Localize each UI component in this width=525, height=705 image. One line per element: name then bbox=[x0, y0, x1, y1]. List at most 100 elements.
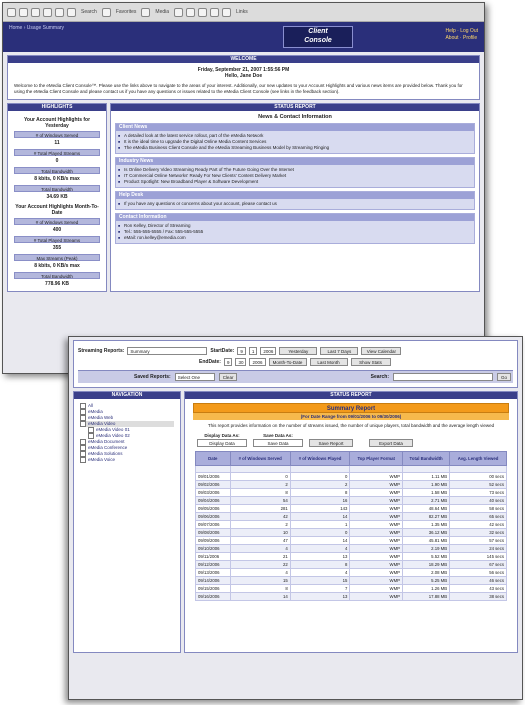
table-cell: 4 bbox=[229, 544, 291, 553]
links-toolbar-label[interactable]: Links bbox=[234, 9, 250, 15]
table-cell: 09/16/2006 bbox=[195, 592, 231, 601]
totals-row bbox=[195, 465, 507, 473]
display-data-select[interactable]: Display Data bbox=[197, 439, 247, 447]
home-icon[interactable] bbox=[55, 7, 64, 17]
nav-profile[interactable]: Profile bbox=[463, 35, 477, 41]
table-cell: 8 bbox=[229, 488, 291, 497]
search-toolbar-label[interactable]: Search bbox=[79, 9, 99, 15]
table-cell: 8 bbox=[229, 584, 291, 593]
highlights-header: HIGHLIGHTS bbox=[8, 104, 106, 111]
table-cell: 36.12 MB bbox=[402, 528, 451, 537]
table-cell: 42 bbox=[229, 512, 291, 521]
column-header[interactable]: # of Windows Played bbox=[289, 451, 351, 466]
saved-reports-select[interactable]: Select One bbox=[174, 373, 215, 381]
breadcrumb-usage[interactable]: Usage Summary bbox=[27, 25, 64, 31]
search-label: Search: bbox=[370, 374, 389, 380]
table-row: 09/03/2006 8 8 WMP 1.58 MB 73 secs bbox=[195, 488, 507, 497]
stat-value: 11 bbox=[54, 140, 60, 146]
total-cell bbox=[449, 465, 507, 473]
print-icon[interactable] bbox=[198, 7, 208, 17]
nav-logout[interactable]: Log Out bbox=[460, 28, 478, 34]
news-link[interactable]: If you have any questions or concerns ab… bbox=[118, 201, 468, 207]
column-header[interactable]: # of Windows Served bbox=[229, 451, 291, 466]
table-cell: 0 bbox=[229, 472, 291, 481]
table-cell: 15 bbox=[229, 576, 291, 585]
table-cell: 1.11 MB bbox=[402, 472, 451, 481]
save-report-button[interactable]: Save Report bbox=[309, 439, 353, 447]
column-header[interactable]: Total Bandwidth bbox=[402, 451, 451, 466]
show-stats-button[interactable]: Show Stats bbox=[350, 357, 391, 366]
table-row: 09/11/2006 21 13 WMP 5.52 MB 145 secs bbox=[195, 552, 507, 561]
welcome-text: Welcome to the eMedia Client Console™. P… bbox=[14, 83, 463, 94]
start-year-select[interactable]: 2006 bbox=[260, 346, 277, 355]
back-icon[interactable] bbox=[7, 7, 16, 17]
news-panel: STATUS REPORT News & Contact Information… bbox=[110, 103, 480, 292]
tree-item[interactable]: eMedia Voice bbox=[80, 457, 174, 463]
table-cell: 09/14/2006 bbox=[195, 576, 231, 585]
end-date-label: EndDate: bbox=[199, 358, 221, 365]
refresh-icon[interactable] bbox=[43, 7, 52, 17]
table-cell: 09/13/2006 bbox=[195, 568, 231, 577]
breadcrumb-home[interactable]: Home bbox=[9, 25, 22, 31]
end-day-select[interactable]: 30 bbox=[235, 357, 247, 366]
start-month-select[interactable]: 9 bbox=[237, 346, 246, 355]
column-header[interactable]: Date bbox=[195, 451, 231, 466]
table-row: 09/14/2006 15 15 WMP 5.25 MB 46 secs bbox=[195, 576, 507, 585]
table-cell: WMP bbox=[349, 496, 404, 505]
export-data-button[interactable]: Export Data bbox=[369, 439, 413, 447]
stat-value: 0 bbox=[55, 158, 59, 164]
table-cell: 65 secs bbox=[449, 512, 507, 521]
table-cell: 8 bbox=[289, 488, 351, 497]
stop-icon[interactable] bbox=[31, 7, 40, 17]
links-icon[interactable] bbox=[222, 7, 232, 17]
yesterday-button[interactable]: Yesterday bbox=[279, 346, 318, 355]
stat-value: 778.96 KB bbox=[45, 281, 69, 287]
clear-button[interactable]: Clear bbox=[218, 373, 238, 381]
table-cell: 0 bbox=[289, 528, 351, 537]
end-year-select[interactable]: 2006 bbox=[249, 357, 266, 366]
news-section: Industry News Is Online Delivery Video S… bbox=[115, 157, 475, 188]
search-icon[interactable] bbox=[67, 7, 76, 17]
streaming-reports-select[interactable]: Summary bbox=[127, 346, 208, 355]
table-cell: 0 bbox=[289, 472, 351, 481]
report-controls: Streaming Reports: Summary StartDate: 9 … bbox=[73, 340, 518, 388]
save-data-select[interactable]: Save Data bbox=[253, 439, 303, 447]
search-input[interactable] bbox=[392, 373, 493, 381]
last-7-days-button[interactable]: Last 7 Days bbox=[320, 346, 359, 355]
table-row: 09/06/2006 42 14 WMP 82.27 MB 65 secs bbox=[195, 512, 507, 521]
contact-email-link[interactable]: eMail: ron.kelley@emedia.com bbox=[118, 235, 468, 241]
table-cell: 09/08/2006 bbox=[195, 528, 231, 537]
news-link[interactable]: Product Spotlight: New Broadband Player … bbox=[118, 179, 468, 185]
favorites-icon[interactable] bbox=[101, 7, 111, 17]
browser-toolbar: Search Favorites Media Links bbox=[3, 3, 484, 22]
media-icon[interactable] bbox=[141, 7, 151, 17]
mail-icon[interactable] bbox=[186, 7, 196, 17]
history-icon[interactable] bbox=[174, 7, 184, 17]
table-cell: 13 bbox=[289, 552, 351, 561]
news-link[interactable]: The eMedia Business Client Console and t… bbox=[118, 145, 468, 151]
table-cell: 56 secs bbox=[449, 568, 507, 577]
edit-icon[interactable] bbox=[210, 7, 220, 17]
month-to-date-button[interactable]: Month-To-Date bbox=[268, 357, 307, 366]
column-header[interactable]: Avg. Length Viewed bbox=[449, 451, 507, 466]
nav-about[interactable]: About bbox=[445, 35, 458, 41]
go-button[interactable]: Go bbox=[496, 373, 511, 381]
last-month-button[interactable]: Last Month bbox=[309, 357, 348, 366]
table-cell: 09/15/2006 bbox=[195, 584, 231, 593]
start-day-select[interactable]: 1 bbox=[248, 346, 258, 355]
view-calendar-button[interactable]: View Calendar bbox=[361, 346, 402, 355]
column-header[interactable]: Top Player Format bbox=[349, 451, 404, 466]
table-cell: WMP bbox=[349, 544, 404, 553]
brand-header: Home › Usage Summary Client Console Help… bbox=[3, 22, 484, 52]
media-toolbar-label[interactable]: Media bbox=[153, 9, 171, 15]
table-cell: WMP bbox=[349, 528, 404, 537]
month-title: Your Account Highlights Month-To-Date bbox=[15, 204, 99, 216]
table-cell: 09/05/2006 bbox=[195, 504, 231, 513]
end-month-select[interactable]: 9 bbox=[223, 357, 233, 366]
nav-help[interactable]: Help bbox=[445, 28, 455, 34]
forward-icon[interactable] bbox=[19, 7, 28, 17]
favorites-toolbar-label[interactable]: Favorites bbox=[114, 9, 139, 15]
table-cell: 42 secs bbox=[449, 520, 507, 529]
table-cell: 09/12/2006 bbox=[195, 560, 231, 569]
table-cell: 22 bbox=[229, 560, 291, 569]
